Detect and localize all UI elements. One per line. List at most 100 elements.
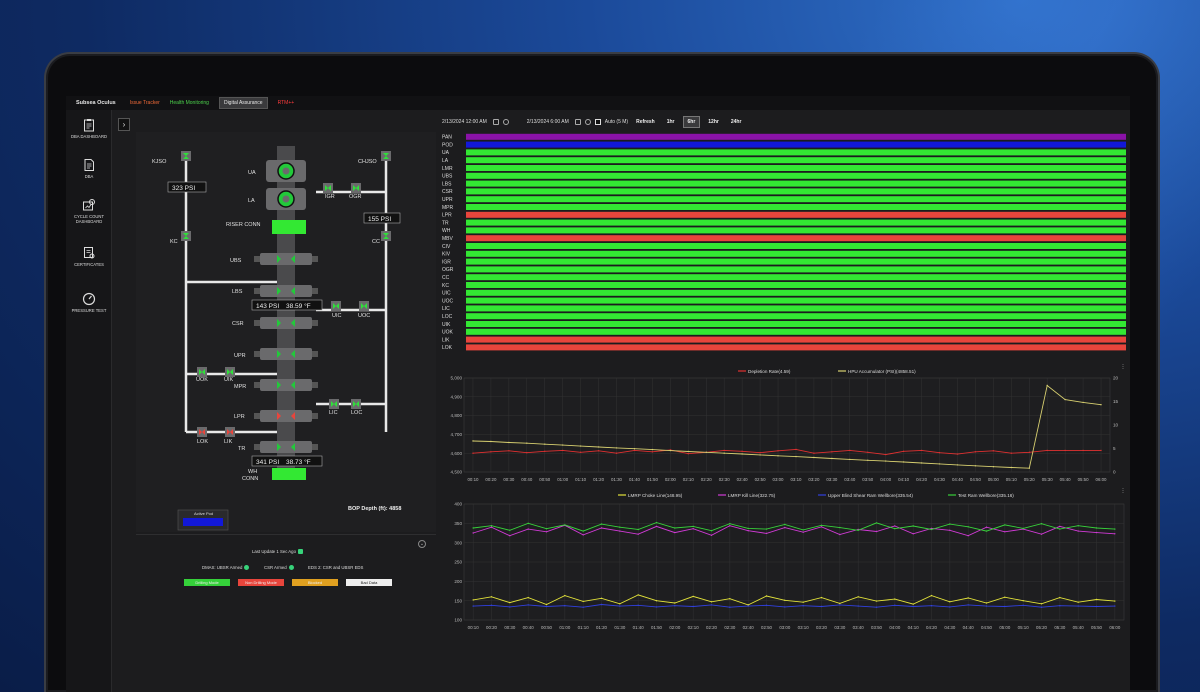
range-button-1hr[interactable]: 1hr (662, 117, 679, 127)
ram-body (260, 441, 312, 453)
ram-6[interactable] (254, 441, 318, 453)
data-point (544, 450, 546, 452)
valve-lok[interactable] (197, 427, 207, 437)
range-button-6hr[interactable]: 6hr (682, 116, 701, 128)
x-tick-label: 00:20 (485, 477, 497, 482)
top-nav: Subsea Oculus Issue Tracker Health Monit… (66, 96, 1130, 110)
data-point (1095, 527, 1098, 529)
nav-health-monitoring[interactable]: Health Monitoring (170, 100, 209, 106)
clock-icon[interactable] (502, 119, 509, 125)
ram-4[interactable] (254, 379, 318, 391)
sidebar-item-cycle-count-dashboard[interactable]: CYCLE COUNT DASHBOARD (66, 198, 112, 224)
nav-digital-assurance[interactable]: Digital Assurance (218, 97, 268, 109)
valve-kjso[interactable] (181, 151, 191, 161)
x-tick-label: 03:40 (844, 477, 856, 482)
data-point (930, 605, 933, 607)
status-row-label: UIC (442, 291, 451, 297)
valve-uoc[interactable] (359, 301, 369, 311)
x-tick-label: 05:40 (1073, 625, 1085, 630)
status-row-bar (466, 172, 1126, 179)
annular-la[interactable] (266, 188, 306, 210)
low-pressure-readout: 341 PSI (256, 459, 279, 466)
auto-refresh-checkbox[interactable] (594, 119, 601, 125)
sidebar-item-certificates[interactable]: CERTIFICATES (66, 246, 112, 267)
valve-label-lik: LIK (224, 439, 233, 445)
valve-cc[interactable] (381, 231, 391, 241)
legend-label: LMRP Choke Line(148.95) (628, 493, 683, 498)
valve-lic[interactable] (329, 399, 339, 409)
ram-0[interactable] (254, 253, 318, 265)
gauge-icon (82, 292, 96, 306)
data-point (651, 451, 654, 453)
data-point (545, 528, 548, 530)
status-row-bar (466, 266, 1126, 273)
start-date-input[interactable]: 2/13/2024 12:00 AM (442, 119, 487, 125)
data-point (831, 451, 833, 453)
y-tick-label: 20 (1113, 376, 1119, 381)
valve-uok[interactable] (197, 367, 207, 377)
collapse-status-button[interactable]: ⌄ (418, 540, 426, 548)
valve-lik[interactable] (225, 427, 235, 437)
data-point (1077, 530, 1079, 532)
sidebar-item-dba-dashboard[interactable]: DBA DASHBOARD (66, 118, 112, 139)
data-point (985, 605, 988, 607)
riser-conn-block[interactable] (272, 220, 306, 234)
valve-label-igr: IGR (325, 194, 335, 200)
active-pod-indicator (183, 518, 223, 526)
data-point (729, 523, 731, 525)
data-point (1064, 449, 1066, 452)
valve-chjso[interactable] (381, 151, 391, 161)
dmas-row: DMAS: UBSR Armed (202, 565, 250, 571)
ram-1[interactable] (254, 285, 318, 297)
data-point (705, 451, 707, 453)
range-button-24hr[interactable]: 24hr (726, 117, 746, 127)
nav-issue-tracker[interactable]: Issue Tracker (130, 100, 160, 106)
data-point (813, 456, 815, 459)
nav-rtm[interactable]: RTM++ (278, 100, 295, 106)
calendar-icon[interactable] (492, 119, 499, 125)
wh-conn-block[interactable] (272, 468, 306, 480)
range-button-12hr[interactable]: 12hr (704, 117, 723, 127)
valve-kc[interactable] (181, 231, 191, 241)
valve-uic[interactable] (331, 301, 341, 311)
sidebar-item-dba[interactable]: DBA (66, 158, 112, 179)
data-point (687, 453, 689, 455)
data-point (759, 454, 761, 456)
data-point (820, 605, 823, 608)
csr-armed-row: CSR Armed (264, 565, 294, 571)
data-point (912, 605, 914, 608)
valve-loc[interactable] (351, 399, 361, 409)
annular-ua[interactable] (266, 160, 306, 182)
end-date-input[interactable]: 2/13/2024 6:00 AM (527, 119, 569, 125)
data-point (582, 606, 584, 608)
ram-bonnet (312, 256, 318, 262)
x-tick-label: 00:20 (486, 625, 498, 630)
x-tick-label: 02:30 (719, 477, 731, 482)
data-point (967, 535, 969, 537)
data-point (747, 604, 749, 606)
ram-2[interactable] (254, 317, 318, 329)
status-row-label: UOK (442, 330, 454, 336)
data-point (1028, 451, 1030, 453)
status-row-bar (466, 196, 1126, 203)
valve-uik[interactable] (225, 367, 235, 377)
ram-bonnet (312, 444, 318, 450)
legend-label: LMRP Kill Line(322.75) (728, 493, 776, 498)
refresh-button[interactable]: Refresh (632, 117, 659, 127)
data-point (765, 532, 768, 535)
status-row-bar (466, 282, 1126, 288)
valve-igr[interactable] (323, 183, 333, 193)
ram-3[interactable] (254, 348, 318, 360)
sidebar-item-pressure-test[interactable]: PRESSURE TEST (66, 292, 112, 313)
ram-5[interactable] (254, 410, 318, 422)
expand-panel-button[interactable]: › (118, 118, 130, 131)
y-tick-label: 350 (454, 521, 462, 526)
calendar-icon[interactable] (574, 119, 581, 125)
data-point (562, 444, 564, 446)
data-point (1100, 449, 1102, 452)
clock-icon[interactable] (584, 119, 591, 125)
valve-ogr[interactable] (351, 183, 361, 193)
data-point (802, 601, 804, 603)
x-tick-label: 00:10 (468, 625, 480, 630)
data-point (930, 528, 933, 531)
